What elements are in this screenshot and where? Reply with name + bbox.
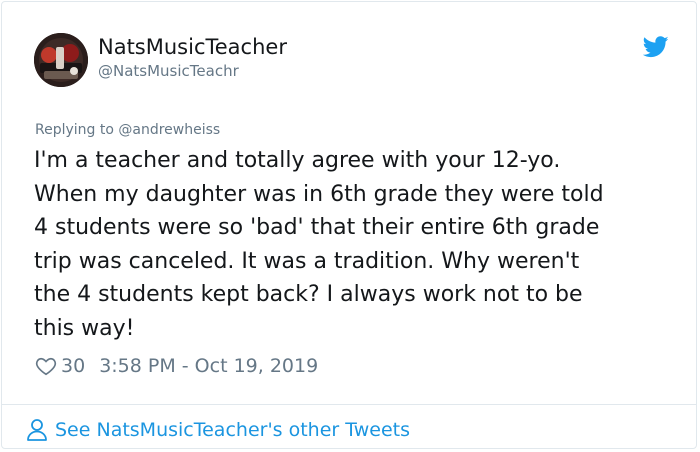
author-display-name[interactable]: NatsMusicTeacher [98,35,287,59]
tweet-meta: 30 3:58 PM - Oct 19, 2019 [35,352,318,380]
other-tweets-link[interactable]: See NatsMusicTeacher's other Tweets [26,416,410,444]
heart-icon[interactable] [35,355,57,377]
tweet-text-line: the 4 students kept back? I always work … [34,282,583,307]
avatar[interactable] [34,33,88,87]
author-handle[interactable]: @NatsMusicTeachr [98,62,239,80]
tweet-card: NatsMusicTeacher @NatsMusicTeachr Replyi… [1,1,697,449]
tweet-text: I'm a teacher and totally agree with you… [34,144,674,345]
person-icon [27,419,47,441]
other-tweets-label[interactable]: See NatsMusicTeacher's other Tweets [55,419,410,441]
tweet-text-line: I'm a teacher and totally agree with you… [34,148,561,173]
tweet-text-line: When my daughter was in 6th grade they w… [34,181,604,207]
tweet-text-line: this way! [34,315,135,341]
replying-to-label[interactable]: Replying to @andrewheiss [35,122,220,138]
tweet-text-line: 4 students were so 'bad' that their enti… [34,215,600,240]
twitter-bird-icon[interactable] [643,36,669,58]
tweet-timestamp[interactable]: 3:58 PM - Oct 19, 2019 [99,355,318,377]
tweet-text-line: trip was canceled. It was a tradition. W… [34,248,580,274]
like-count[interactable]: 30 [61,355,85,377]
divider [2,404,696,405]
